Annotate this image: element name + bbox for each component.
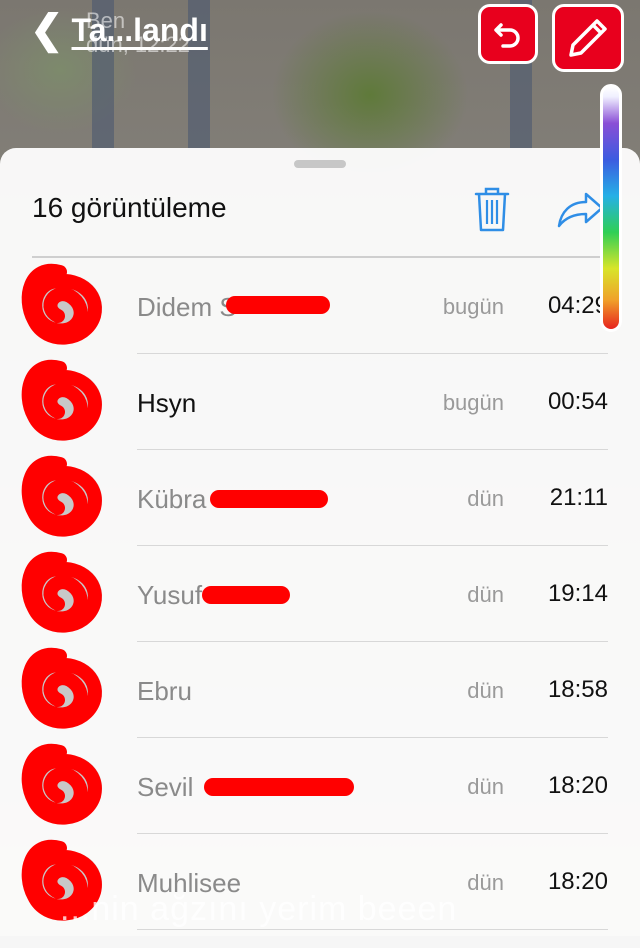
share-icon[interactable] xyxy=(556,190,604,233)
avatar-redaction-scribble xyxy=(21,263,102,345)
viewer-time: 04:29 xyxy=(547,292,608,319)
viewer-day: dün xyxy=(467,582,504,607)
viewer-row[interactable]: Kübra dün 21:11 xyxy=(0,450,640,546)
viewer-day: bugün xyxy=(442,390,504,415)
story-caption: ...nin ağzını yerim beeen xyxy=(60,890,458,928)
viewer-row[interactable]: Ebru dün 18:58 xyxy=(0,642,640,738)
back-title: Ta...landı xyxy=(71,11,208,48)
avatar-redaction-scribble xyxy=(21,743,102,825)
color-picker-slider[interactable] xyxy=(600,84,622,332)
viewer-day: dün xyxy=(467,870,504,895)
name-redaction-mark xyxy=(204,778,354,796)
viewer-name: Hsyn xyxy=(137,388,197,418)
viewer-row[interactable]: Hsyn bugün 00:54 xyxy=(0,354,640,450)
undo-icon xyxy=(494,23,520,48)
avatar-redaction-scribble xyxy=(21,359,102,441)
viewer-name: Ebru xyxy=(137,676,192,706)
viewer-time: 00:54 xyxy=(547,388,608,415)
back-button[interactable]: ❮ Ta...landı xyxy=(30,10,208,50)
trash-icon[interactable] xyxy=(472,184,512,239)
views-count-title: 16 görüntüleme xyxy=(32,192,227,223)
sheet-drag-handle[interactable] xyxy=(294,160,346,168)
viewer-day: dün xyxy=(467,774,504,799)
viewer-name: Kübra xyxy=(137,484,207,514)
draw-pencil-button[interactable] xyxy=(552,4,624,72)
viewer-day: bugün xyxy=(442,294,504,319)
chevron-left-icon: ❮ xyxy=(30,8,64,52)
viewer-time: 18:20 xyxy=(547,772,608,799)
viewer-day: dün xyxy=(467,678,504,703)
viewer-name: Sevil xyxy=(137,772,194,802)
viewer-name: Didem S xyxy=(137,292,237,322)
viewer-time: 18:20 xyxy=(547,868,608,895)
row-divider xyxy=(137,929,608,930)
viewer-day: dün xyxy=(467,486,504,511)
viewer-row[interactable]: Sevil dün 18:20 xyxy=(0,738,640,834)
viewer-row[interactable]: Yusuf dün 19:14 xyxy=(0,546,640,642)
name-redaction-mark xyxy=(202,586,290,604)
viewer-time: 21:11 xyxy=(549,484,608,511)
viewer-time: 19:14 xyxy=(547,580,608,607)
viewer-name: Yusuf xyxy=(137,580,203,610)
viewer-row[interactable]: Didem S bugün 04:29 xyxy=(0,258,640,354)
viewer-time: 18:58 xyxy=(547,676,608,703)
name-redaction-mark xyxy=(226,296,330,314)
avatar-redaction-scribble xyxy=(21,551,102,633)
name-redaction-mark xyxy=(210,490,328,508)
viewers-sheet: 16 görüntüleme Didem S bugün 04:29 Hsyn bugü… xyxy=(0,148,640,948)
pencil-icon xyxy=(569,19,607,57)
avatar-redaction-scribble xyxy=(21,647,102,729)
avatar-redaction-scribble xyxy=(21,455,102,537)
undo-button[interactable] xyxy=(478,4,538,64)
